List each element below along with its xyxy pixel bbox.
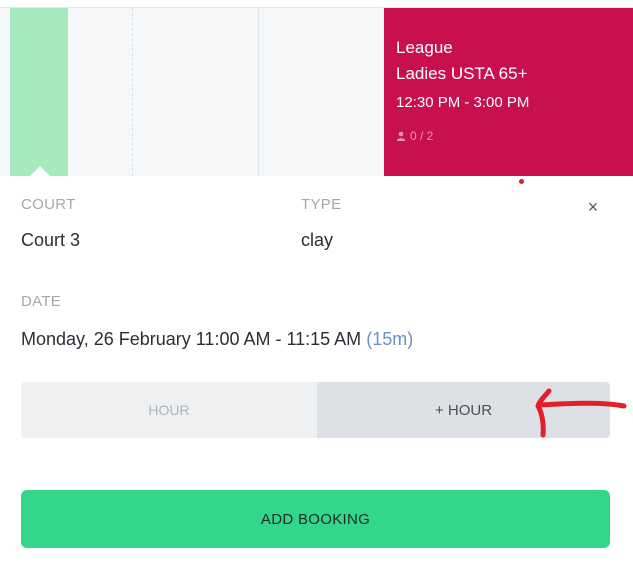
grid-line (132, 8, 133, 176)
hour-adjust-toggle: HOUR + HOUR (21, 382, 610, 438)
court-label: COURT (21, 196, 76, 213)
event-time: 12:30 PM - 3:00 PM (396, 94, 530, 111)
booking-screen: League Ladies USTA 65+ 12:30 PM - 3:00 P… (0, 0, 633, 565)
court-value: Court 3 (21, 230, 81, 250)
capacity-count: 0 / 2 (410, 129, 434, 143)
grid-line (258, 8, 259, 176)
event-title: Ladies USTA 65+ (396, 64, 528, 83)
selected-time-slot[interactable] (10, 8, 68, 176)
add-booking-button[interactable]: ADD BOOKING (21, 490, 610, 548)
popover-pointer (30, 166, 50, 176)
annotation-dot (519, 179, 524, 184)
event-card[interactable]: League Ladies USTA 65+ 12:30 PM - 3:00 P… (384, 8, 633, 176)
date-label: DATE (21, 293, 62, 310)
type-label: TYPE (301, 196, 342, 213)
minus-hour-button[interactable]: HOUR (21, 382, 317, 438)
annotation-arrow-icon (535, 388, 627, 438)
duration-text: (15m) (366, 329, 414, 349)
event-category: League (396, 38, 453, 57)
calendar-header-edge (0, 0, 633, 8)
calendar-strip: League Ladies USTA 65+ 12:30 PM - 3:00 P… (0, 0, 633, 176)
event-capacity: 0 / 2 (396, 129, 633, 143)
date-range-text: Monday, 26 February 11:00 AM - 11:15 AM (21, 329, 362, 349)
date-time-value: Monday, 26 February 11:00 AM - 11:15 AM … (21, 329, 413, 350)
type-value: clay (301, 230, 334, 250)
person-icon (396, 131, 406, 141)
close-button[interactable]: × (582, 196, 604, 218)
close-icon: × (587, 196, 599, 217)
